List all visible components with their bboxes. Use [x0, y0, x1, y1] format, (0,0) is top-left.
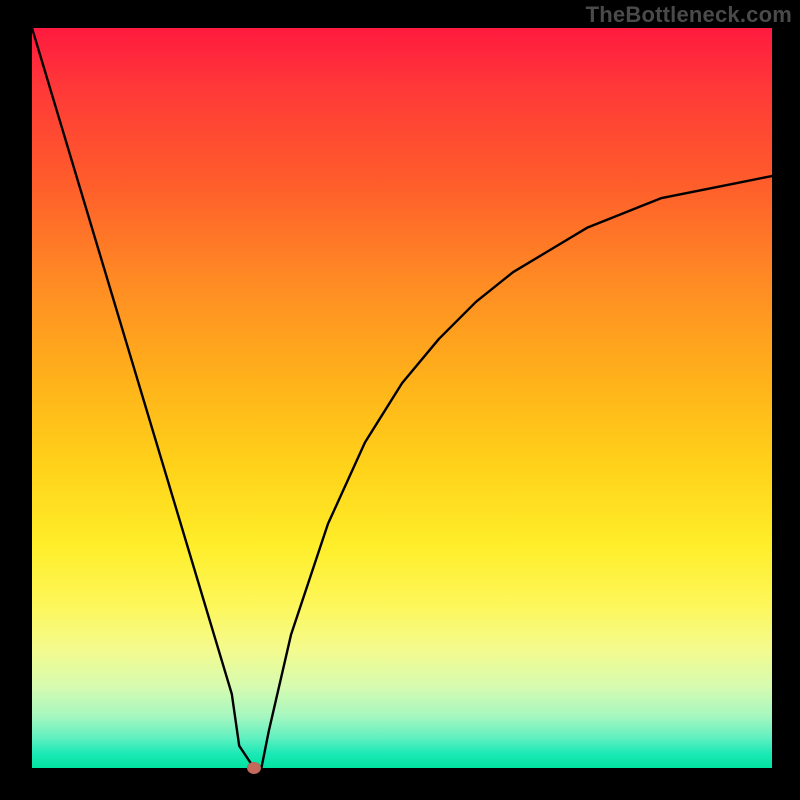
optimum-marker	[247, 762, 261, 774]
curve-svg	[32, 28, 772, 768]
chart-frame: TheBottleneck.com	[0, 0, 800, 800]
plot-area	[32, 28, 772, 768]
bottleneck-curve	[32, 28, 772, 768]
watermark-text: TheBottleneck.com	[586, 2, 792, 28]
